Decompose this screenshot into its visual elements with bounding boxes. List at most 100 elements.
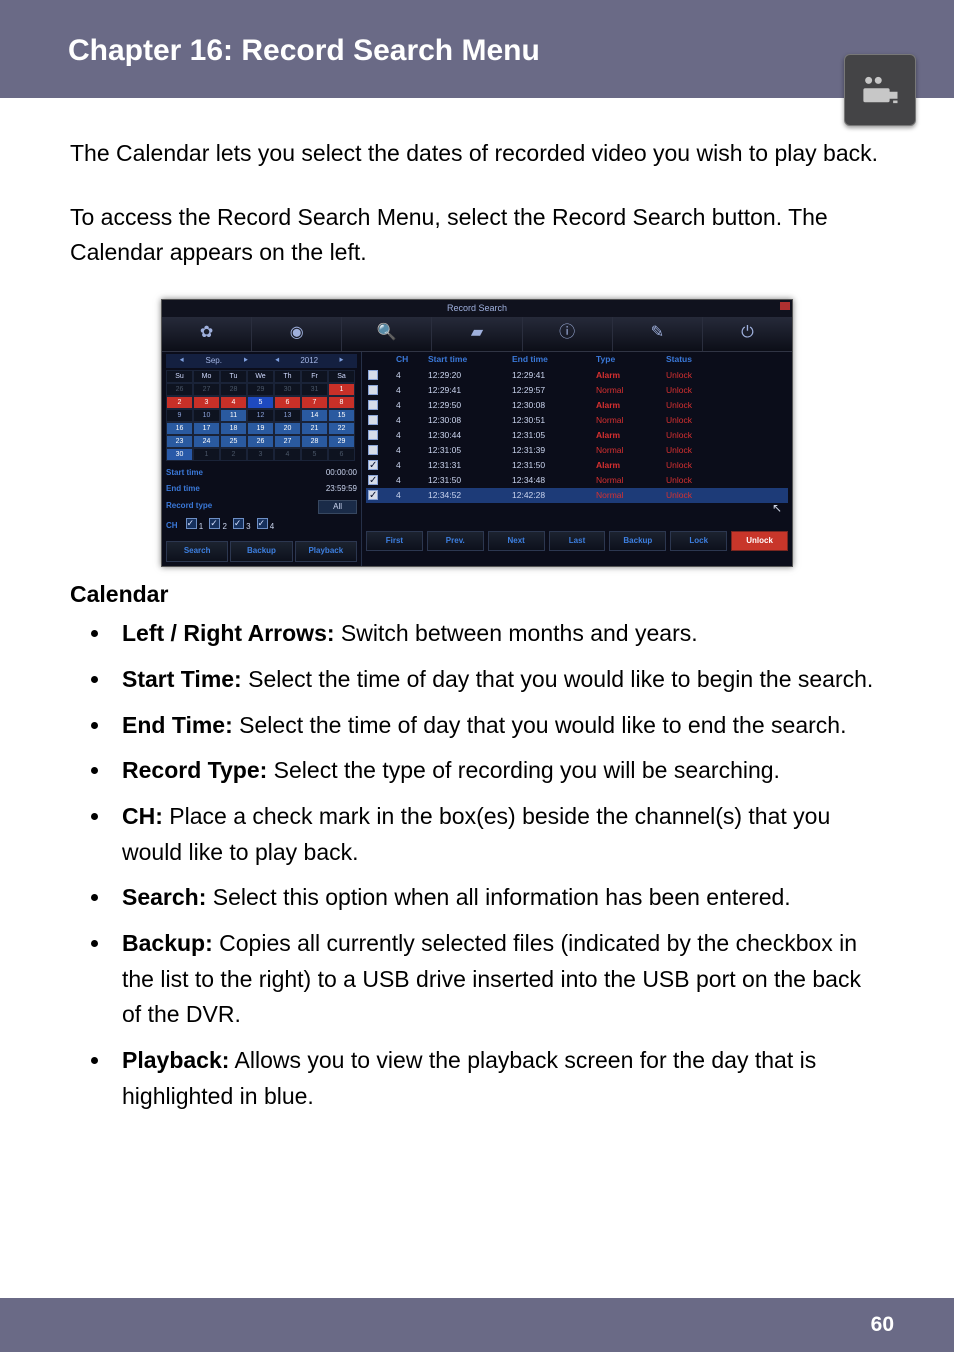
- calendar-day-cell[interactable]: 6: [274, 396, 301, 409]
- results-row[interactable]: 412:29:2012:29:41AlarmUnlock: [366, 368, 788, 383]
- results-cell: 12:30:08: [428, 414, 506, 427]
- calendar-day-cell[interactable]: 29: [247, 383, 274, 396]
- calendar-day-cell[interactable]: 9: [166, 409, 193, 422]
- ch-checkbox-label: 1: [197, 522, 204, 531]
- toolbar-item-search[interactable]: 🔍: [342, 317, 432, 351]
- results-cell: 4: [396, 489, 422, 502]
- row-checkbox[interactable]: [368, 370, 378, 380]
- calendar-day-cell[interactable]: 17: [193, 422, 220, 435]
- ch-checkbox[interactable]: [186, 518, 197, 529]
- calendar-day-cell[interactable]: 3: [247, 448, 274, 461]
- calendar-day-cell[interactable]: 20: [274, 422, 301, 435]
- toolbar-item-hdd[interactable]: ▰: [432, 317, 522, 351]
- calendar-day-cell[interactable]: 1: [193, 448, 220, 461]
- row-checkbox[interactable]: [368, 460, 378, 470]
- year-next-arrow[interactable]: ⯈: [325, 355, 357, 367]
- prev-button[interactable]: Prev.: [427, 531, 484, 551]
- calendar-day-cell[interactable]: 5: [247, 396, 274, 409]
- calendar-day-cell[interactable]: 14: [301, 409, 328, 422]
- calendar-day-cell[interactable]: 8: [328, 396, 355, 409]
- feature-term: CH:: [122, 803, 163, 829]
- last-button[interactable]: Last: [549, 531, 606, 551]
- row-checkbox[interactable]: [368, 445, 378, 455]
- calendar-day-cell[interactable]: 19: [247, 422, 274, 435]
- window-title-bar: Record Search: [162, 300, 792, 317]
- feature-item: Search: Select this option when all info…: [112, 880, 884, 916]
- calendar-day-cell[interactable]: 23: [166, 435, 193, 448]
- results-row[interactable]: 412:30:4412:31:05AlarmUnlock: [366, 428, 788, 443]
- calendar-day-cell[interactable]: 28: [301, 435, 328, 448]
- ch-checkbox[interactable]: [209, 518, 220, 529]
- results-row[interactable]: 412:30:0812:30:51NormalUnlock: [366, 413, 788, 428]
- calendar-day-cell[interactable]: 16: [166, 422, 193, 435]
- record-type-value: All: [318, 500, 357, 514]
- calendar-day-cell[interactable]: 5: [301, 448, 328, 461]
- row-checkbox[interactable]: [368, 415, 378, 425]
- calendar-day-cell[interactable]: 31: [301, 383, 328, 396]
- row-checkbox[interactable]: [368, 400, 378, 410]
- calendar-day-cell[interactable]: 7: [301, 396, 328, 409]
- month-next-arrow[interactable]: ⯈: [230, 355, 262, 367]
- toolbar-item-tools[interactable]: ✎: [613, 317, 703, 351]
- calendar-day-cell[interactable]: 12: [247, 409, 274, 422]
- calendar-day-cell[interactable]: 3: [193, 396, 220, 409]
- lock-button[interactable]: Lock: [670, 531, 727, 551]
- row-checkbox[interactable]: [368, 490, 378, 500]
- start-time-label: Start time: [166, 467, 203, 479]
- calendar-day-cell[interactable]: 29: [328, 435, 355, 448]
- results-row[interactable]: 412:31:3112:31:50AlarmUnlock: [366, 458, 788, 473]
- feature-item: Start Time: Select the time of day that …: [112, 662, 884, 698]
- calendar-day-cell[interactable]: 24: [193, 435, 220, 448]
- row-checkbox[interactable]: [368, 385, 378, 395]
- calendar-day-cell[interactable]: 13: [274, 409, 301, 422]
- backup-button[interactable]: Backup: [609, 531, 666, 551]
- results-row[interactable]: 412:34:5212:42:28NormalUnlock: [366, 488, 788, 503]
- first-button[interactable]: First: [366, 531, 423, 551]
- calendar-day-cell[interactable]: 6: [328, 448, 355, 461]
- calendar-day-cell[interactable]: 27: [274, 435, 301, 448]
- toolbar-item-info[interactable]: ⓘ: [523, 317, 613, 351]
- results-status: Unlock: [666, 369, 720, 382]
- backup-button[interactable]: Backup: [230, 541, 292, 561]
- calendar-day-cell[interactable]: 4: [274, 448, 301, 461]
- results-row[interactable]: 412:31:5012:34:48NormalUnlock: [366, 473, 788, 488]
- toolbar-item-power[interactable]: ⏻: [703, 317, 792, 351]
- search-button[interactable]: Search: [166, 541, 228, 561]
- calendar-day-cell[interactable]: 28: [220, 383, 247, 396]
- calendar-day-cell[interactable]: 21: [301, 422, 328, 435]
- calendar-day-cell[interactable]: 1: [328, 383, 355, 396]
- calendar-day-cell[interactable]: 2: [166, 396, 193, 409]
- results-row[interactable]: 412:29:5012:30:08AlarmUnlock: [366, 398, 788, 413]
- year-prev-arrow[interactable]: ⯇: [261, 355, 293, 367]
- calendar-day-cell[interactable]: 2: [220, 448, 247, 461]
- results-row[interactable]: 412:29:4112:29:57NormalUnlock: [366, 383, 788, 398]
- calendar-day-cell[interactable]: 15: [328, 409, 355, 422]
- playback-button[interactable]: Playback: [295, 541, 357, 561]
- close-icon[interactable]: [780, 302, 790, 310]
- ch-checkbox[interactable]: [257, 518, 268, 529]
- ch-checkbox[interactable]: [233, 518, 244, 529]
- calendar-day-cell[interactable]: 11: [220, 409, 247, 422]
- record-type-row[interactable]: Record type All: [166, 498, 357, 516]
- calendar-day-cell[interactable]: 26: [166, 383, 193, 396]
- start-time-row[interactable]: Start time 00:00:00: [166, 465, 357, 481]
- calendar-day-cell[interactable]: 10: [193, 409, 220, 422]
- calendar-day-cell[interactable]: 25: [220, 435, 247, 448]
- month-prev-arrow[interactable]: ⯇: [166, 355, 198, 367]
- row-checkbox[interactable]: [368, 475, 378, 485]
- calendar-day-cell[interactable]: 27: [193, 383, 220, 396]
- toolbar-item-1[interactable]: ✿: [162, 317, 252, 351]
- calendar-day-cell[interactable]: 30: [274, 383, 301, 396]
- toolbar-item-2[interactable]: ◉: [252, 317, 342, 351]
- unlock-button[interactable]: Unlock: [731, 531, 788, 551]
- row-checkbox[interactable]: [368, 430, 378, 440]
- calendar-day-cell[interactable]: 26: [247, 435, 274, 448]
- calendar-day-cell[interactable]: 22: [328, 422, 355, 435]
- next-button[interactable]: Next: [488, 531, 545, 551]
- results-col-header: CH: [396, 353, 422, 366]
- end-time-row[interactable]: End time 23:59:59: [166, 481, 357, 497]
- calendar-day-cell[interactable]: 4: [220, 396, 247, 409]
- calendar-day-cell[interactable]: 30: [166, 448, 193, 461]
- calendar-day-cell[interactable]: 18: [220, 422, 247, 435]
- results-row[interactable]: 412:31:0512:31:39NormalUnlock: [366, 443, 788, 458]
